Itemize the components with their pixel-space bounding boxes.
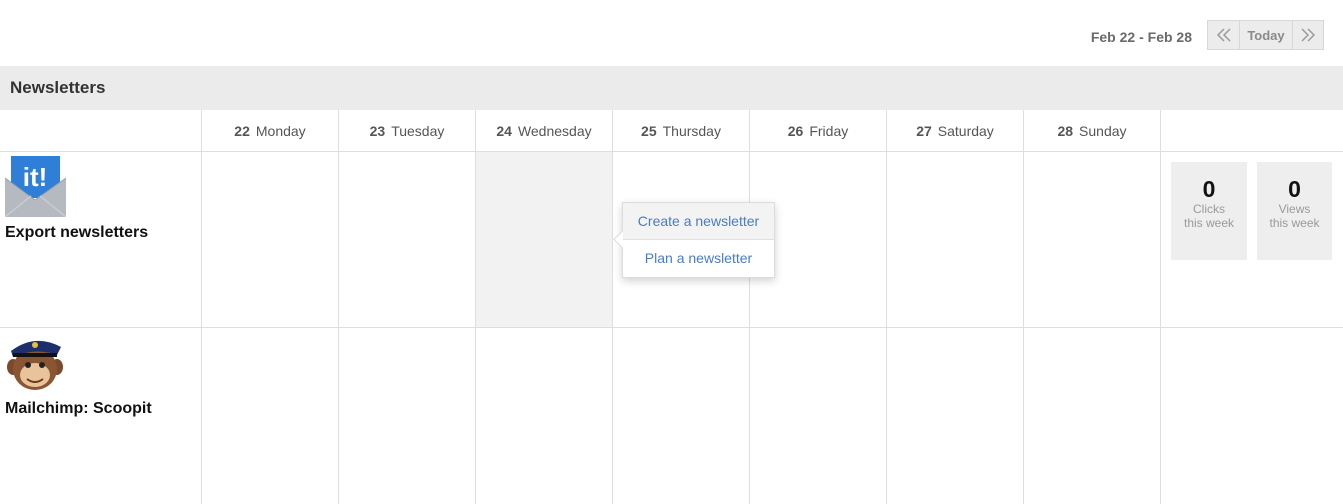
newsletters-section-header: Newsletters <box>0 66 1343 110</box>
day-number: 24 <box>496 122 512 139</box>
views-label-line2: this week <box>1269 216 1320 230</box>
today-button[interactable]: Today <box>1240 21 1293 49</box>
views-label-line1: Views <box>1278 202 1311 216</box>
day-header-tuesday: 23 Tuesday <box>339 110 475 151</box>
week-navigation: Today <box>1207 20 1324 50</box>
grid-divider <box>475 110 476 504</box>
day-number: 28 <box>1057 122 1074 139</box>
views-value: 0 <box>1288 176 1301 202</box>
day-header-thursday: 25 Thursday <box>613 110 749 151</box>
create-newsletter-option[interactable]: Create a newsletter <box>623 203 774 240</box>
envelope-logo-icon: it! <box>4 156 67 218</box>
double-chevron-left-icon <box>1216 28 1231 42</box>
views-stat: 0 Views this week <box>1257 162 1332 260</box>
day-header-wednesday: 24 Wednesday <box>476 110 612 151</box>
clicks-stat: 0 Clicks this week <box>1171 162 1247 260</box>
grid-divider <box>1023 110 1024 504</box>
day-header-saturday: 27 Saturday <box>887 110 1023 151</box>
clicks-label-line1: Clicks <box>1193 202 1225 216</box>
day-header-sunday: 28 Sunday <box>1024 110 1160 151</box>
newsletter-action-popup: Create a newsletter Plan a newsletter <box>613 202 775 278</box>
day-number: 27 <box>916 122 932 139</box>
grid-divider <box>1160 110 1161 504</box>
clicks-value: 0 <box>1202 176 1216 202</box>
mailchimp-logo <box>5 333 65 398</box>
date-range-label: Feb 22 - Feb 28 <box>1090 29 1192 45</box>
double-chevron-right-icon <box>1301 28 1316 42</box>
next-week-button[interactable] <box>1293 21 1323 49</box>
grid-divider <box>612 110 613 504</box>
grid-divider <box>201 110 202 504</box>
clicks-label-line2: this week <box>1183 216 1235 230</box>
grid-divider <box>886 110 887 504</box>
day-name: Monday <box>255 122 306 139</box>
calendar-cell-highlighted[interactable] <box>476 152 612 327</box>
grid-divider <box>338 110 339 504</box>
plan-newsletter-option[interactable]: Plan a newsletter <box>623 240 774 276</box>
day-name: Sunday <box>1079 122 1127 139</box>
day-number: 22 <box>234 122 250 139</box>
calendar-toolbar: Feb 22 - Feb 28 Today <box>0 0 1343 66</box>
day-number: 26 <box>787 122 804 139</box>
day-name: Friday <box>809 122 849 139</box>
source-name-mailchimp[interactable]: Mailchimp: Scoopit <box>5 400 152 418</box>
export-newsletter-logo: it! <box>4 156 67 222</box>
day-header-friday: 26 Friday <box>750 110 886 151</box>
day-name: Tuesday <box>391 122 445 139</box>
grid-divider <box>749 110 750 504</box>
day-name: Wednesday <box>517 122 592 139</box>
day-name: Thursday <box>662 122 721 139</box>
day-number: 25 <box>641 122 657 139</box>
previous-week-button[interactable] <box>1208 21 1240 49</box>
mailchimp-monkey-icon <box>7 340 63 390</box>
source-name-export[interactable]: Export newsletters <box>5 224 148 242</box>
section-title: Newsletters <box>10 78 106 97</box>
logo-text: it! <box>23 162 48 192</box>
day-name: Saturday <box>937 122 994 139</box>
day-header-monday: 22 Monday <box>202 110 338 151</box>
day-number: 23 <box>369 122 386 139</box>
